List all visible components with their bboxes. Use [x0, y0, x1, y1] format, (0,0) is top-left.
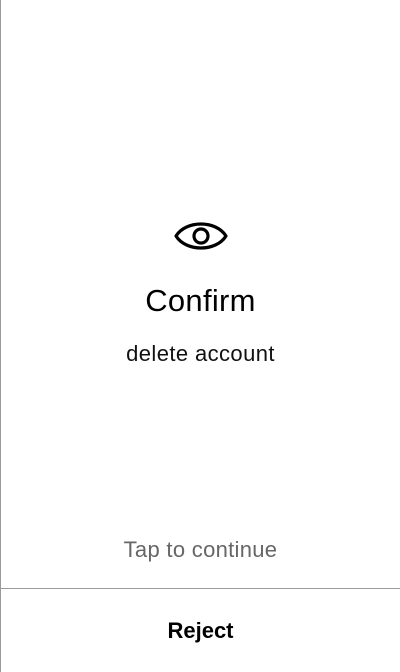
tap-to-continue-hint: Tap to continue [123, 537, 278, 562]
tap-to-continue-area[interactable]: Confirm delete account Tap to continue [1, 0, 400, 588]
confirm-title: Confirm [145, 283, 256, 318]
reject-button[interactable]: Reject [1, 589, 400, 672]
confirmation-screen: Confirm delete account Tap to continue R… [0, 0, 400, 672]
confirm-message: delete account [126, 341, 275, 366]
eye-icon [174, 222, 228, 250]
